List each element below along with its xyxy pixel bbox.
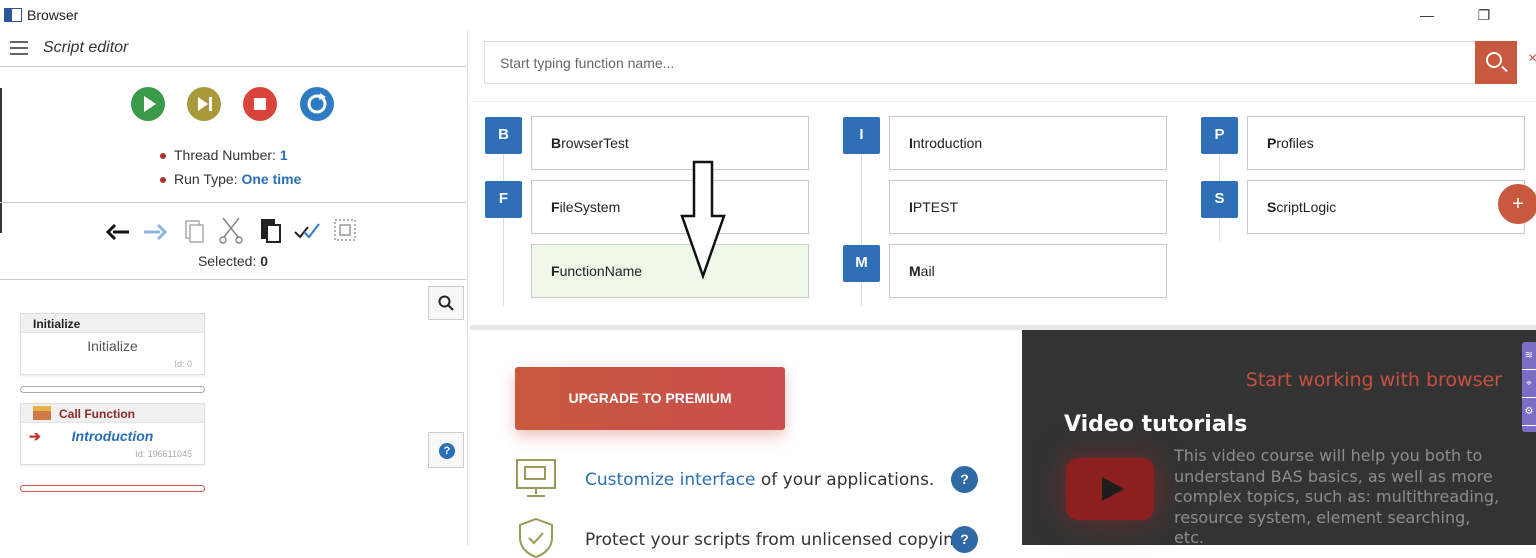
help-button-protect[interactable]: ? [951,526,978,553]
undo-icon[interactable] [103,215,133,245]
restart-icon[interactable] [300,87,334,121]
function-list: B F BrowserTest FileSystem FunctionName … [470,101,1536,325]
window-title: Browser [27,7,79,23]
canvas-help-button[interactable]: ? [428,432,464,468]
customize-interface-link[interactable]: Customize interface [585,470,755,490]
function-search [484,41,1517,84]
play-icon[interactable] [131,87,165,121]
select-area-icon[interactable] [330,215,360,245]
run-type: Run Type: One time [160,171,301,187]
edit-toolbar: Selected: 0 [0,203,466,280]
video-description: This video course will help you both to … [1174,446,1500,547]
function-item-functionname[interactable]: FunctionName [531,244,809,298]
canvas-search-button[interactable] [428,286,464,320]
editor-title: Script editor [43,39,129,56]
run-type-link[interactable]: One time [241,171,301,187]
run-controls: Thread Number: 1 Run Type: One time [0,67,466,203]
selected-count: Selected: 0 [197,253,269,269]
settings-icon[interactable]: ⚙ [1522,398,1536,426]
group-letter-s: S [1201,181,1238,218]
arrow-right-icon: ➔ [29,428,41,444]
stop-icon[interactable] [243,87,277,121]
interface-icon [516,459,556,497]
restore-button[interactable]: ❐ [1461,3,1507,27]
title-bar: Browser — ❐ [0,0,1536,30]
close-icon[interactable]: × [1528,50,1536,68]
help-icon: ? [439,443,455,459]
editor-header: Script editor [0,30,466,67]
function-item-scriptlogic[interactable]: ScriptLogic [1247,180,1525,234]
function-search-input[interactable] [485,42,1473,83]
function-item-iptest[interactable]: IPTEST [889,180,1167,234]
group-letter-b: B [485,117,522,154]
group-letter-p: P [1201,117,1238,154]
shield-icon [519,517,553,558]
node-connector[interactable] [20,386,205,393]
select-all-icon[interactable] [292,215,322,245]
group-letter-m: M [843,245,880,282]
function-icon [33,406,51,420]
script-canvas[interactable]: ? Initialize Initialize Id: 0 Call Funct… [0,280,466,545]
script-editor-panel: Script editor Thread Number: 1 Run Type:… [0,30,468,545]
wifi-icon[interactable]: ≋ [1522,342,1536,370]
group-letter-i: I [843,117,880,154]
add-button[interactable]: + [1498,184,1536,224]
minimize-button[interactable]: — [1404,3,1450,27]
function-item-mail[interactable]: Mail [889,244,1167,298]
function-item-introduction[interactable]: Introduction [889,116,1167,170]
youtube-play-icon[interactable] [1066,458,1154,520]
step-icon[interactable] [187,87,221,121]
search-icon [1486,52,1502,68]
group-letter-f: F [485,181,522,218]
hamburger-menu-icon[interactable] [10,41,28,55]
upgrade-premium-button[interactable]: UPGRADE TO PREMIUM [515,367,785,430]
search-button[interactable] [1475,41,1517,84]
redo-icon[interactable] [140,215,170,245]
copy-icon[interactable] [179,215,209,245]
app-icon [4,8,22,22]
function-item-filesystem[interactable]: FileSystem [531,180,809,234]
collapse-icon[interactable]: ⌖ [1522,370,1536,398]
function-item-browsertest[interactable]: BrowserTest [531,116,809,170]
help-button-customize[interactable]: ? [951,466,978,493]
function-item-profiles[interactable]: Profiles [1247,116,1525,170]
video-tutorials-section: Start working with browser Video tutoria… [1022,330,1536,547]
call-function-node[interactable]: Call Function ➔ Introduction Id: 1966110… [20,403,205,465]
thread-number: Thread Number: 1 [160,147,288,163]
promo-section: UPGRADE TO PREMIUM Customize interface o… [470,330,1022,558]
side-tabs: ≋ ⌖ ⚙ [1522,342,1536,432]
initialize-node[interactable]: Initialize Initialize Id: 0 [20,313,205,375]
call-target-link[interactable]: Introduction [72,428,154,444]
annotation-arrow [680,160,726,280]
paste-icon[interactable] [256,215,286,245]
function-panel: × B F BrowserTest FileSystem FunctionNam… [470,30,1536,558]
start-working-link[interactable]: Start working with browser [1246,369,1502,391]
node-connector-active[interactable] [20,485,205,492]
cut-icon[interactable] [216,215,246,245]
feature-protect: Protect your scripts from unlicensed cop… [585,530,971,550]
feature-customize: Customize interface of your applications… [585,470,935,490]
video-tutorials-title: Video tutorials [1064,412,1248,437]
